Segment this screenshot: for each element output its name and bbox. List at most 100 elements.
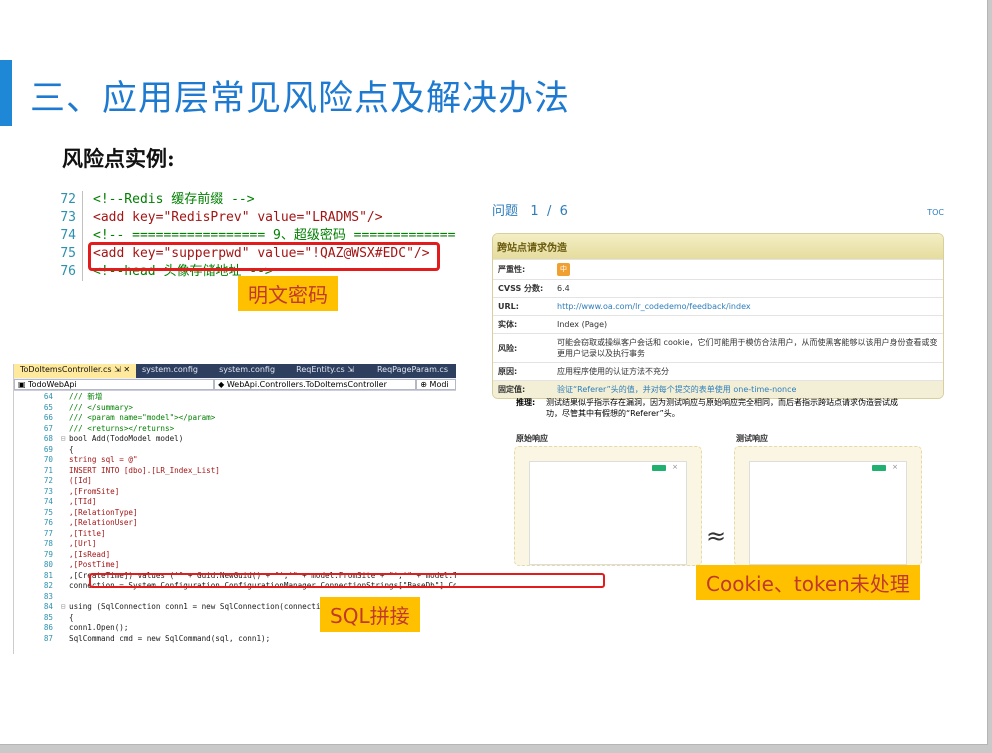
code-text: INSERT INTO [dbo].[LR_Index_List] <box>69 465 220 475</box>
code-line: 71 INSERT INTO [dbo].[LR_Index_List] <box>14 466 456 477</box>
code-text: /// <param name="model"></param> <box>69 413 216 422</box>
line-number: 72 <box>60 192 76 207</box>
line-number: 75 <box>60 246 76 261</box>
project-dropdown[interactable]: ▣ TodoWebApi <box>14 378 215 390</box>
code-line: 72 <!--Redis 缓存前缀 --> <box>56 191 456 209</box>
code-text: ,[TId] <box>69 497 97 506</box>
toc-link[interactable]: TOC <box>927 208 944 217</box>
report-key: 实体: <box>498 320 518 329</box>
fold-icon <box>57 413 69 424</box>
ide-tab[interactable]: ReqEntity.cs ⇲ <box>290 364 371 378</box>
highlight-box-sql <box>89 573 605 588</box>
code-line: 75 ,[RelationType] <box>14 508 456 519</box>
class-name: WebApi.Controllers.ToDoItemsController <box>226 379 387 389</box>
code-text: ,[Url] <box>69 539 97 548</box>
highlight-box-password <box>88 242 440 271</box>
fold-icon <box>57 581 69 592</box>
line-number: 76 <box>60 264 76 279</box>
report-key: 严重性: <box>498 265 526 274</box>
code-text: conn1.Open(); <box>69 623 129 632</box>
ide-tab[interactable]: ReqPageParam.cs <box>371 364 456 378</box>
line-number: 77 <box>43 528 53 538</box>
code-text: SqlCommand cmd = new SqlCommand(sql, con… <box>69 633 271 643</box>
code-line: 79 ,[IsRead] <box>14 550 456 561</box>
reasoning-key: 推理: <box>516 398 536 407</box>
code-text: ,[RelationType] <box>69 507 138 517</box>
line-number: 65 <box>43 402 53 412</box>
fold-icon <box>57 424 69 435</box>
fold-icon[interactable]: ⊟ <box>57 434 69 445</box>
code-text: /// 新增 <box>69 392 103 401</box>
report-row: CVSS 分数: 6.4 <box>493 279 943 297</box>
line-number: 74 <box>43 497 53 506</box>
line-number: 72 <box>43 476 53 485</box>
report-value: Index (Page) <box>557 320 608 329</box>
line-number: 67 <box>43 423 53 433</box>
fold-icon <box>57 508 69 519</box>
report-value: 可能会窃取或操纵客户会话和 cookie，它们可能用于模仿合法用户，从而使黑客能… <box>557 338 938 358</box>
ide-tab[interactable]: system.config <box>213 364 290 378</box>
close-icon: × <box>892 463 898 471</box>
report-key: CVSS 分数: <box>498 284 544 293</box>
fold-icon <box>57 623 69 634</box>
issue-separator: / <box>546 204 552 219</box>
fold-icon <box>57 445 69 456</box>
line-number: 76 <box>43 518 53 527</box>
report-row: 固定值: 验证“Referer”头的值，并对每个提交的表单使用 one-time-… <box>493 380 943 398</box>
report-row: 风险: 可能会窃取或操纵客户会话和 cookie，它们可能用于模仿合法用户，从而使… <box>493 333 943 362</box>
code-line: 77 ,[Title] <box>14 529 456 540</box>
code-text: ,[FromSite] <box>69 486 120 496</box>
class-dropdown[interactable]: ◆ WebApi.Controllers.ToDoItemsController <box>214 378 417 390</box>
code-line: 67 /// <returns></returns> <box>14 424 456 435</box>
code-text: <!--Redis 缓存前缀 --> <box>93 192 255 207</box>
report-value: 应用程序使用的认证方法不充分 <box>557 367 669 376</box>
report-key: 原因: <box>498 367 518 376</box>
code-line: 69 { <box>14 445 456 456</box>
line-number: 75 <box>43 507 53 517</box>
code-text: ,[Title] <box>69 528 106 538</box>
code-line: 72 ([Id] <box>14 476 456 487</box>
line-number: 85 <box>43 612 53 622</box>
severity-badge: 中 <box>557 263 570 276</box>
original-response-panel: × <box>514 446 702 566</box>
line-number: 79 <box>43 549 53 559</box>
report-row: 严重性: 中 <box>493 259 943 279</box>
gutter-divider <box>82 209 83 227</box>
report-row: URL: http://www.oa.com/lr_codedemo/feedba… <box>493 297 943 315</box>
code-text: ,[IsRead] <box>69 549 111 559</box>
submit-button <box>652 465 666 471</box>
gutter-divider <box>82 245 83 263</box>
code-line: 80 ,[PostTime] <box>14 560 456 571</box>
fold-icon[interactable]: ⊟ <box>57 602 69 613</box>
fold-icon <box>57 487 69 498</box>
report-link[interactable]: 验证“Referer”头的值，并对每个提交的表单使用 one-time-nonc… <box>553 381 800 398</box>
line-number: 83 <box>43 591 53 601</box>
project-icon: ▣ <box>18 379 26 389</box>
report-header: 问题 1 / 6 TOC <box>492 200 948 219</box>
report-key: URL: <box>498 302 519 311</box>
line-number: 70 <box>43 455 53 464</box>
code-line: 76 ,[RelationUser] <box>14 518 456 529</box>
fold-icon <box>57 529 69 540</box>
member-name: Modi <box>429 379 449 389</box>
issue-total: 6 <box>559 204 568 219</box>
security-report: 问题 1 / 6 TOC 跨站点请求伪造 严重性: 中 CVSS 分数: 6.4 URL… <box>492 200 948 399</box>
code-text: /// </summary> <box>69 402 134 412</box>
code-text: string sql = @" <box>69 455 138 464</box>
code-line: 64 /// 新增 <box>14 392 456 403</box>
line-number: 66 <box>43 413 53 422</box>
line-number: 64 <box>43 392 53 401</box>
label-plaintext-password: 明文密码 <box>238 276 338 311</box>
code-text: ,[PostTime] <box>69 560 120 569</box>
fold-icon <box>57 592 69 603</box>
code-text: ([Id] <box>69 476 92 485</box>
report-details: 跨站点请求伪造 严重性: 中 CVSS 分数: 6.4 URL: http://www.o… <box>492 233 944 399</box>
fold-icon <box>57 571 69 582</box>
member-dropdown[interactable]: ⊕ Modi <box>416 378 456 390</box>
report-link[interactable]: http://www.oa.com/lr_codedemo/feedback/i… <box>553 298 755 315</box>
ide-tab[interactable]: system.config <box>136 364 213 378</box>
code-text: { <box>69 612 74 622</box>
ide-tab[interactable]: ToDoItemsController.cs ⇲ ✕ <box>14 364 136 378</box>
fold-icon <box>57 613 69 624</box>
report-row: 实体: Index (Page) <box>493 315 943 333</box>
